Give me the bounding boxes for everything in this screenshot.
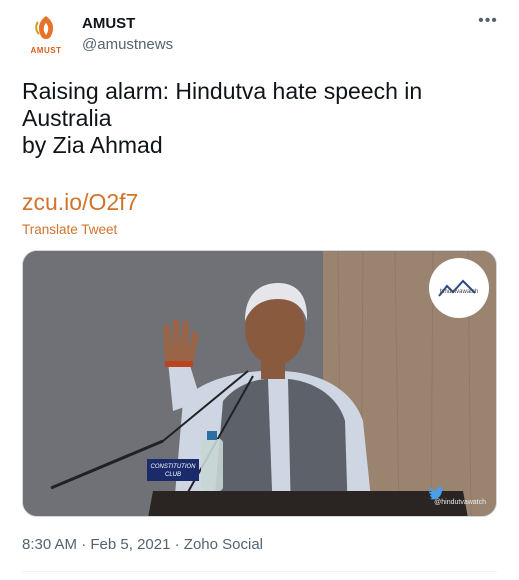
tweet-text: Raising alarm: Hindutva hate speech in A… — [22, 78, 492, 159]
tweet-text-line: Raising alarm: Hindutva hate speech in — [22, 78, 423, 104]
tweet-time[interactable]: 8:30 AM — [22, 536, 77, 553]
speaker-photo: CONSTITUTION CLUB hindutvawatch — [23, 251, 496, 516]
podium-sign-line1: CONSTITUTION — [151, 464, 197, 470]
meta-separator: · — [174, 536, 184, 553]
tweet-text-line: by Zia Ahmad — [22, 132, 163, 158]
display-name[interactable]: AMUST — [82, 15, 135, 32]
avatar[interactable]: AMUST — [22, 12, 70, 60]
podium-sign-line2: CLUB — [165, 472, 181, 478]
translate-tweet-link[interactable]: Translate Tweet — [22, 222, 117, 237]
tweet-card: AMUST AMUST @amustnews ••• Raising alarm… — [0, 0, 519, 580]
tweet-link[interactable]: zcu.io/O2f7 — [22, 189, 138, 216]
amust-logo-icon — [35, 16, 54, 39]
tweet-text-line: Australia — [22, 105, 112, 131]
user-handle[interactable]: @amustnews — [82, 36, 173, 53]
divider — [22, 571, 497, 572]
media-logo-text: hindutvawatch — [440, 289, 478, 295]
meta-separator: · — [81, 536, 91, 553]
avatar-label: AMUST — [30, 46, 62, 55]
media-watermark: @hindutvawatch — [434, 499, 486, 506]
tweet-date[interactable]: Feb 5, 2021 — [90, 536, 170, 553]
tweet-media-image[interactable]: CONSTITUTION CLUB hindutvawatch @hindutv… — [22, 250, 497, 517]
more-dots-icon[interactable]: ••• — [476, 13, 500, 34]
tweet-meta: 8:30 AM · Feb 5, 2021 · Zoho Social — [22, 536, 263, 553]
tweet-source[interactable]: Zoho Social — [184, 536, 263, 553]
